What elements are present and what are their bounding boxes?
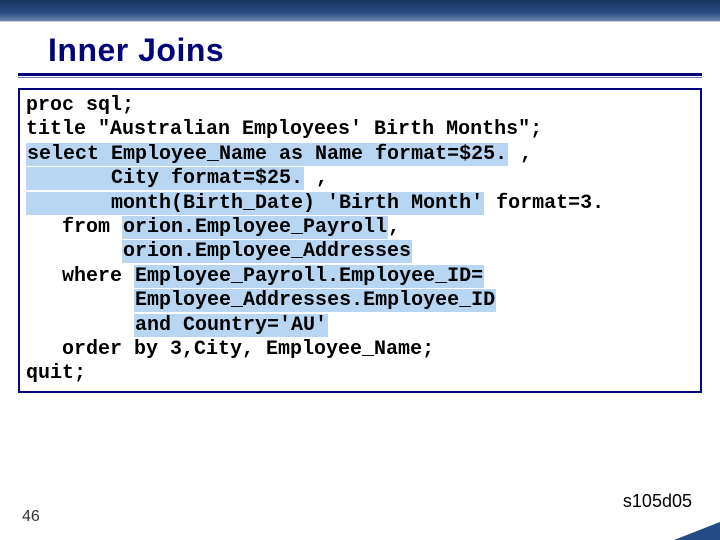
title-underline xyxy=(18,73,702,76)
code-l6c: , xyxy=(388,216,400,239)
slide-title: Inner Joins xyxy=(0,22,720,71)
code-block: proc sql; title "Australian Employees' B… xyxy=(18,88,702,393)
code-l11: order by 3,City, Employee_Name; xyxy=(26,338,434,361)
code-l7-hl: orion.Employee_Addresses xyxy=(122,240,412,263)
code-l10-hl: and Country='AU' xyxy=(134,314,328,337)
code-l12: quit; xyxy=(26,362,86,385)
code-l5-hl: month(Birth_Date) 'Birth Month' xyxy=(26,192,484,215)
corner-decoration xyxy=(674,522,720,540)
code-l9-hl: Employee_Addresses.Employee_ID xyxy=(134,289,496,312)
code-l1: proc sql; xyxy=(26,94,134,117)
code-l3-tail: , xyxy=(508,143,532,166)
page-number: 46 xyxy=(22,508,40,526)
code-l5-tail: format=3. xyxy=(484,192,604,215)
code-l6a: from xyxy=(26,216,122,239)
title-underline-thin xyxy=(18,77,702,78)
code-l4-hl: City format=$25. xyxy=(26,167,304,190)
slide-reference: s105d05 xyxy=(623,491,692,512)
code-l8-hl: Employee_Payroll.Employee_ID= xyxy=(134,265,484,288)
top-banner xyxy=(0,0,720,22)
code-l2: title "Australian Employees' Birth Month… xyxy=(26,118,542,141)
code-l8a: where xyxy=(26,265,134,288)
code-text: proc sql; title "Australian Employees' B… xyxy=(26,94,694,387)
code-l4-tail: , xyxy=(304,167,328,190)
code-l6-hl: orion.Employee_Payroll xyxy=(122,216,388,239)
code-l7a xyxy=(26,240,122,263)
code-l3-hl: select Employee_Name as Name format=$25. xyxy=(26,143,508,166)
code-l10a xyxy=(26,314,134,337)
code-l9a xyxy=(26,289,134,312)
